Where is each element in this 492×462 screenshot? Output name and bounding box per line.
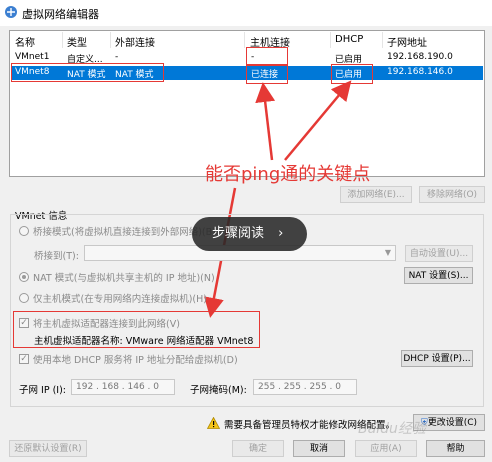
bridge-mode-radio[interactable] bbox=[19, 226, 29, 236]
cancel-button[interactable]: 取消 bbox=[293, 440, 345, 457]
help-button[interactable]: 帮助 bbox=[426, 440, 485, 457]
host-only-label: 仅主机模式(在专用网络内连接虚拟机)(H) bbox=[33, 294, 207, 305]
read-steps-label: 步骤阅读 bbox=[212, 226, 265, 241]
nat-settings-button[interactable]: NAT 设置(S)... bbox=[404, 267, 473, 284]
use-dhcp-checkbox[interactable]: ✓ bbox=[19, 354, 29, 364]
arrow-to-dhcp bbox=[284, 80, 352, 161]
restore-defaults-button[interactable]: 还原默认设置(R) bbox=[9, 440, 87, 457]
dhcp-settings-button[interactable]: DHCP 设置(P)... bbox=[401, 350, 473, 367]
nat-mode-radio[interactable] bbox=[19, 272, 29, 282]
subnet-ip-label: 子网 IP (I): bbox=[19, 385, 66, 396]
chevron-right-icon: › bbox=[278, 226, 284, 241]
add-network-button[interactable]: 添加网络(E)... bbox=[340, 186, 412, 203]
connect-adapter-checkbox[interactable]: ✓ bbox=[19, 318, 29, 328]
host-only-radio[interactable] bbox=[19, 293, 29, 303]
watermark: Baidu经验 bbox=[358, 421, 426, 437]
bridge-mode-label: 桥接模式(将虚拟机直接连接到外部网络)(B) bbox=[33, 227, 216, 238]
auto-settings-button[interactable]: 自动设置(U)... bbox=[405, 245, 473, 262]
connect-adapter-label: 将主机虚拟适配器连接到此网络(V) bbox=[33, 319, 180, 330]
adapter-name-label: 主机虚拟适配器名称: VMware 网络适配器 VMnet8 bbox=[34, 336, 254, 347]
apply-button[interactable]: 应用(A) bbox=[355, 440, 417, 457]
ok-button[interactable]: 确定 bbox=[232, 440, 284, 457]
subnet-mask-input[interactable]: 255 . 255 . 255 . 0 bbox=[253, 379, 357, 395]
nat-mode-label: NAT 模式(与虚拟机共享主机的 IP 地址)(N) bbox=[33, 273, 215, 284]
remove-network-button[interactable]: 移除网络(O) bbox=[419, 186, 485, 203]
subnet-ip-input[interactable]: 192 . 168 . 146 . 0 bbox=[71, 379, 175, 395]
chevron-down-icon: ▼ bbox=[384, 248, 391, 257]
read-steps-overlay[interactable]: 步骤阅读 › bbox=[192, 217, 307, 251]
subnet-mask-label: 子网掩码(M): bbox=[190, 385, 247, 396]
annotation-text: 能否ping通的关键点 bbox=[205, 164, 371, 185]
arrow-to-connected bbox=[255, 82, 276, 161]
warning-icon bbox=[207, 417, 220, 429]
bridge-to-label: 桥接到(T): bbox=[34, 251, 79, 262]
change-settings-label: 更改设置(C) bbox=[427, 418, 478, 428]
use-dhcp-label: 使用本地 DHCP 服务将 IP 地址分配给虚拟机(D) bbox=[33, 355, 238, 366]
